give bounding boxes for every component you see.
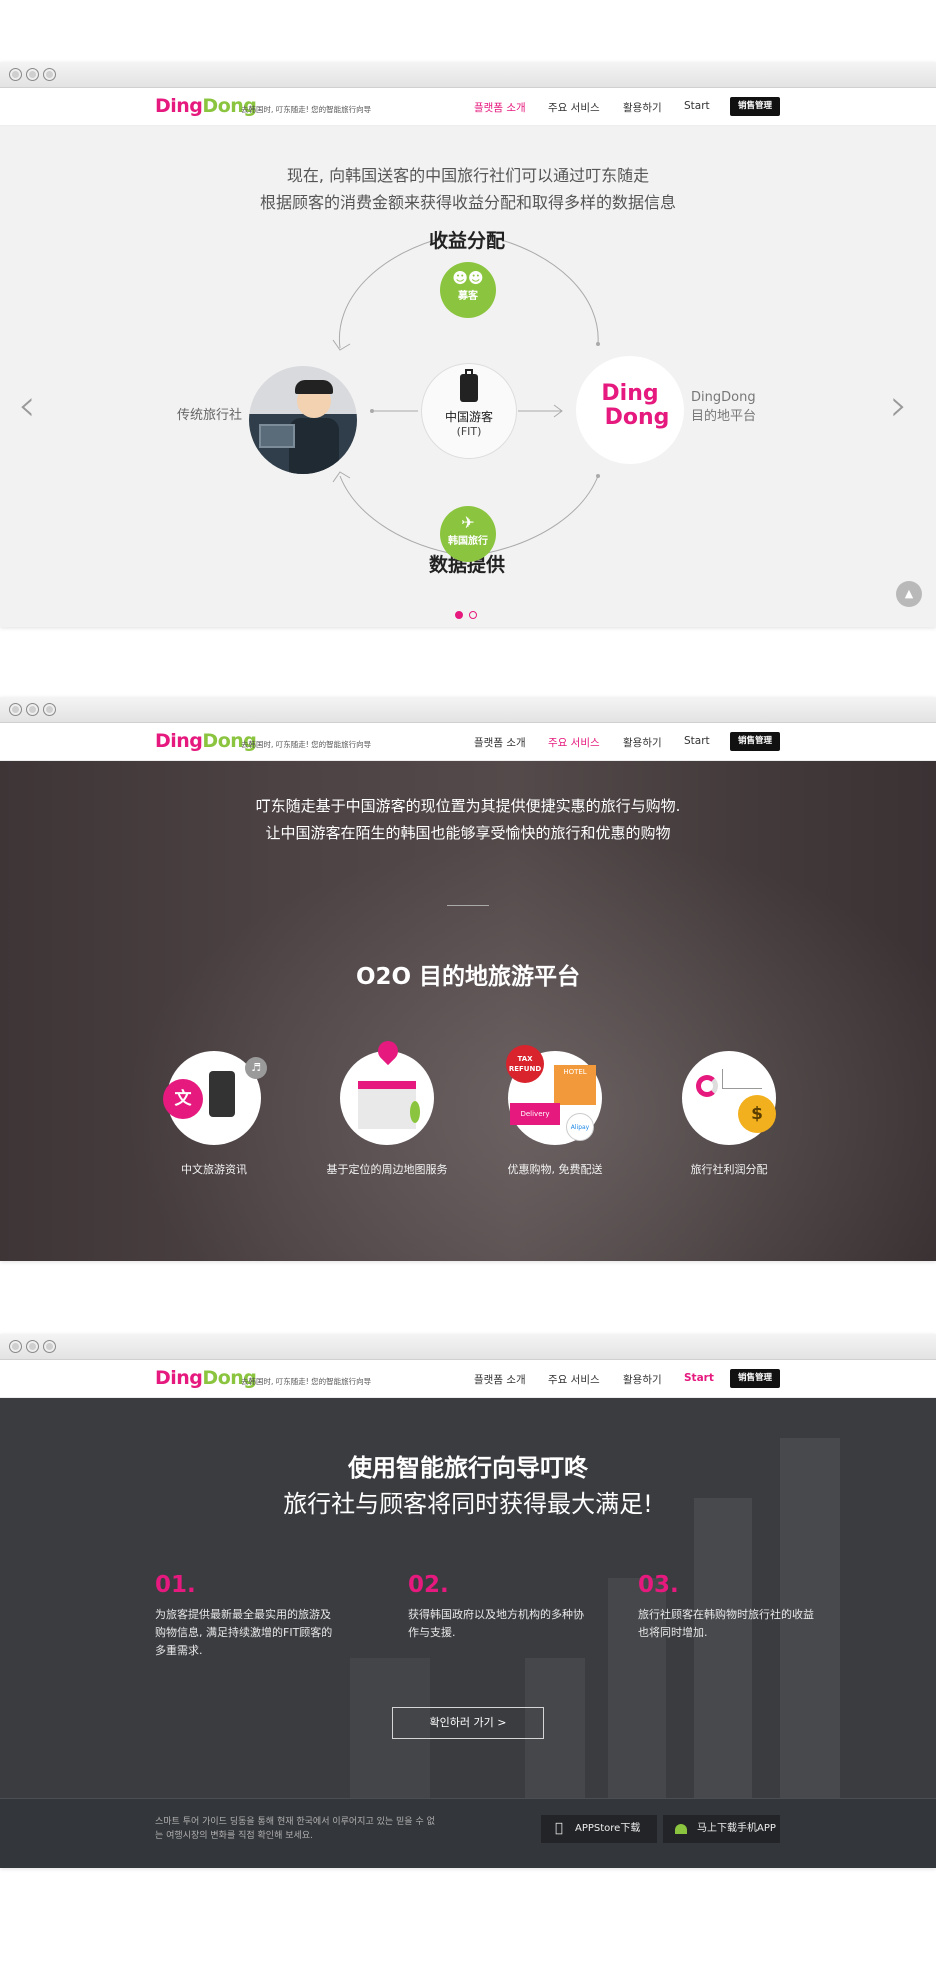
browser-window-1: DingDong 去韩国时, 叮东随走! 您的智能旅行向导 플랫폼 소개 주요 … bbox=[0, 62, 936, 627]
alipay-icon: Alipay bbox=[566, 1113, 594, 1141]
scroll-top-icon[interactable]: ▲ bbox=[896, 581, 922, 607]
delivery-truck-icon: Delivery bbox=[510, 1103, 560, 1125]
top-nav: DingDong 去韩国时, 叮东随走! 您的智能旅行向导 플랫폼 소개 주요 … bbox=[0, 723, 936, 761]
point-text-3: 旅行社顾客在韩购物时旅行社的收益也将同时增加. bbox=[638, 1608, 814, 1639]
window-dot-icon bbox=[43, 1340, 56, 1353]
page-dot-2[interactable] bbox=[469, 611, 477, 619]
pagination bbox=[455, 604, 483, 623]
footer: 스마트 투어 가이드 딩동을 통해 현재 한국에서 이루어지고 있는 믿을 수 … bbox=[0, 1798, 936, 1868]
window-dot-icon bbox=[43, 703, 56, 716]
footer-text: 스마트 투어 가이드 딩동을 통해 현재 한국에서 이루어지고 있는 믿을 수 … bbox=[155, 1817, 435, 1841]
feature-label: 中文旅游资讯 bbox=[181, 1163, 247, 1176]
sales-management-button[interactable]: 销售管理 bbox=[730, 97, 780, 116]
point-number-2: 02. bbox=[408, 1572, 449, 1598]
check-it-out-button[interactable]: 확인하러 가기 > bbox=[392, 1707, 544, 1739]
feature-profit-share: $ 旅行社利润分配 bbox=[644, 1051, 814, 1177]
window-dot-icon bbox=[9, 1340, 22, 1353]
services-section: 叮东随走基于中国游客的现位置为其提供便捷实惠的旅行与购物. 让中国游客在陌生的韩… bbox=[0, 761, 936, 1261]
nav-item-platform[interactable]: 플랫폼 소개 bbox=[474, 735, 526, 750]
travel-agent-illustration bbox=[249, 366, 357, 474]
airplane-icon: ✈ bbox=[461, 513, 475, 532]
section-title: O2O 目的地旅游平台 bbox=[355, 964, 581, 990]
chinese-tourist-node: 中国游客 (FIT) bbox=[421, 363, 517, 459]
point-number-3: 03. bbox=[638, 1572, 679, 1598]
korea-travel-badge: ✈ 韩国旅行 bbox=[440, 506, 496, 562]
window-dot-icon bbox=[26, 1340, 39, 1353]
tagline: 去韩国时, 叮东随走! 您的智能旅行向导 bbox=[241, 740, 372, 749]
top-nav: DingDong 去韩国时, 叮东随走! 您的智能旅行向导 플랫폼 소개 주요 … bbox=[0, 1360, 936, 1398]
nav-item-services[interactable]: 주요 서비스 bbox=[548, 1372, 600, 1387]
point-text-2: 获得韩国政府以及地方机构的多种协作与支援. bbox=[408, 1608, 584, 1639]
nav-item-start[interactable]: Start bbox=[684, 100, 710, 112]
feature-label: 优惠购物, 免费配送 bbox=[507, 1163, 603, 1176]
right-label: DingDong 目的地平台 bbox=[691, 390, 757, 424]
location-map-icon bbox=[358, 1081, 416, 1129]
speaker-icon: ♬ bbox=[245, 1057, 267, 1079]
page-dot-1[interactable] bbox=[455, 611, 463, 619]
title-revenue-share: 收益分配 bbox=[428, 230, 505, 252]
browser-window-2: DingDong 去韩国时, 叮东随走! 您的智能旅行向导 플랫폼 소개 주요 … bbox=[0, 697, 936, 1261]
feature-shopping: TAX REFUND HOTEL Delivery Alipay 优惠购物, 免… bbox=[470, 1045, 640, 1177]
sales-management-button[interactable]: 销售管理 bbox=[730, 732, 780, 751]
headline-primary: 使用智能旅行向导叮咚 bbox=[348, 1454, 588, 1482]
pie-chart-icon bbox=[696, 1075, 718, 1097]
start-section: 使用智能旅行向导叮咚 旅行社与顾客将同时获得最大满足! 01. 为旅客提供最新最… bbox=[0, 1398, 936, 1868]
apple-icon:  bbox=[555, 1815, 563, 1843]
nav-item-services[interactable]: 주요 서비스 bbox=[548, 100, 600, 115]
left-label: 传统旅行社 bbox=[177, 408, 243, 423]
platform-intro-section: 现在, 向韩国送客的中国旅行社们可以通过叮东随走 根据顾客的消费金额来获得收益分… bbox=[0, 126, 936, 627]
dingdong-logo-circle: Ding Dong bbox=[576, 356, 684, 464]
nav-item-platform[interactable]: 플랫폼 소개 bbox=[474, 100, 526, 115]
recruit-badge: ☻☻ 募客 bbox=[440, 262, 496, 318]
feature-label: 旅行社利润分配 bbox=[690, 1163, 768, 1176]
point-text-1: 为旅客提供最新最全最实用的旅游及购物信息, 满足持续激增的FIT顾客的多重需求. bbox=[155, 1608, 333, 1657]
suitcase-icon bbox=[460, 369, 478, 402]
window-chrome bbox=[0, 697, 936, 723]
window-dot-icon bbox=[26, 703, 39, 716]
tagline: 去韩国时, 叮东随走! 您的智能旅行向导 bbox=[241, 1377, 372, 1386]
android-icon bbox=[675, 1824, 687, 1834]
window-dot-icon bbox=[9, 703, 22, 716]
feature-label: 基于定位的周边地图服务 bbox=[326, 1163, 448, 1176]
top-nav: DingDong 去韩国时, 叮东随走! 您的智能旅行向导 플랫폼 소개 주요 … bbox=[0, 88, 936, 126]
nav-item-usage[interactable]: 활용하기 bbox=[623, 1372, 662, 1387]
money-bag-icon: $ bbox=[738, 1095, 776, 1133]
window-chrome bbox=[0, 1334, 936, 1360]
tagline: 去韩国时, 叮东随走! 您的智能旅行向导 bbox=[241, 105, 372, 114]
headline-secondary: 旅行社与顾客将同时获得最大满足! bbox=[283, 1490, 653, 1518]
browser-window-3: DingDong 去韩国时, 叮东随走! 您的智能旅行向导 플랫폼 소개 주요 … bbox=[0, 1334, 936, 1868]
nav-item-start[interactable]: Start bbox=[684, 1372, 714, 1384]
window-dot-icon bbox=[43, 68, 56, 81]
sales-management-button[interactable]: 销售管理 bbox=[730, 1369, 780, 1388]
point-number-1: 01. bbox=[155, 1572, 196, 1598]
feature-chinese-info: 文 ♬ 中文旅游资讯 bbox=[129, 1051, 299, 1177]
tax-refund-icon: TAX REFUND bbox=[506, 1045, 544, 1083]
divider bbox=[447, 905, 489, 906]
intro-text: 叮东随走基于中国游客的现位置为其提供便捷实惠的旅行与购物. 让中国游客在陌生的韩… bbox=[255, 797, 681, 842]
nav-item-platform[interactable]: 플랫폼 소개 bbox=[474, 1372, 526, 1387]
feature-location-map: 基于定位的周边地图服务 bbox=[302, 1036, 472, 1177]
next-slide-icon[interactable]: › bbox=[890, 380, 908, 431]
prev-slide-icon[interactable]: ‹ bbox=[18, 380, 36, 431]
window-dot-icon bbox=[9, 68, 22, 81]
window-chrome bbox=[0, 62, 936, 88]
nav-item-usage[interactable]: 활용하기 bbox=[623, 735, 662, 750]
chinese-info-icon: 文 bbox=[163, 1079, 203, 1119]
appstore-download-button[interactable]:  APPStore下载 bbox=[541, 1815, 657, 1843]
window-dot-icon bbox=[26, 68, 39, 81]
nav-item-services[interactable]: 주요 서비스 bbox=[548, 735, 600, 750]
nav-item-usage[interactable]: 활용하기 bbox=[623, 100, 662, 115]
hotel-icon: HOTEL bbox=[554, 1065, 596, 1105]
nav-item-start[interactable]: Start bbox=[684, 735, 710, 747]
android-download-button[interactable]: 马上下载手机APP bbox=[663, 1815, 780, 1843]
group-icon: ☻☻ bbox=[452, 269, 484, 287]
